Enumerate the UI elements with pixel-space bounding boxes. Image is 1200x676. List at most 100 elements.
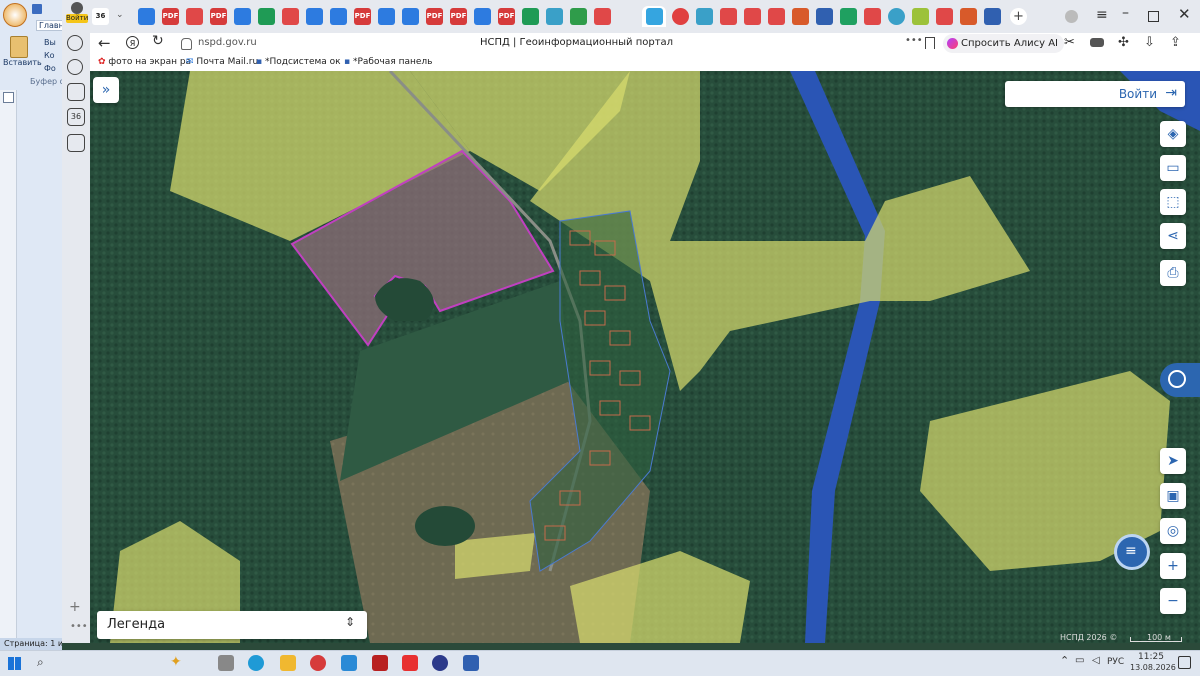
tab-doc[interactable] <box>186 8 203 25</box>
copy-button[interactable]: Ко <box>44 51 55 60</box>
tray-chevron-icon[interactable]: ⌃ <box>1060 654 1069 667</box>
tab-pdf[interactable]: PDF <box>426 8 443 25</box>
new-tab-button[interactable]: + <box>1010 8 1027 25</box>
tab-pdf[interactable]: PDF <box>162 8 179 25</box>
paste-icon[interactable] <box>10 36 28 58</box>
share-button[interactable]: ⋖ <box>1160 223 1186 249</box>
bookmark-item[interactable]: ✿ фото на экран ра <box>98 57 191 67</box>
tab-pdf[interactable]: PDF <box>354 8 371 25</box>
tab-doc[interactable] <box>474 8 491 25</box>
tab-leaf[interactable] <box>912 8 929 25</box>
tab-doc[interactable] <box>696 8 713 25</box>
ie-icon[interactable] <box>341 655 357 671</box>
minimap-button[interactable]: ▣ <box>1160 483 1186 509</box>
select-area-button[interactable]: ⬚ <box>1160 189 1186 215</box>
tab-word[interactable] <box>306 8 323 25</box>
map-view[interactable]: » Войти ⇥ ◈ ▭ ⬚ ⋖ ⎙ ➤ ▣ ◎ ≡ + − Легенда … <box>90 71 1200 643</box>
tab-pdf[interactable]: PDF <box>450 8 467 25</box>
tab-gov[interactable] <box>546 8 563 25</box>
tab-doc[interactable] <box>936 8 953 25</box>
back-icon[interactable]: ← <box>98 34 111 52</box>
tab-doc[interactable] <box>864 8 881 25</box>
tab-word[interactable] <box>402 8 419 25</box>
paste-button-label[interactable]: Вставить <box>3 58 42 67</box>
tab-map[interactable] <box>960 8 977 25</box>
search-icon[interactable]: ⌕ <box>37 655 44 670</box>
app-red-icon[interactable] <box>372 655 388 671</box>
tab-gov[interactable] <box>984 8 1001 25</box>
history-icon[interactable] <box>67 35 83 51</box>
tab-gov[interactable] <box>816 8 833 25</box>
tab-doc[interactable] <box>720 8 737 25</box>
print-button[interactable]: ⎙ <box>1160 260 1186 286</box>
tab-sheet[interactable] <box>522 8 539 25</box>
screenshot-icon[interactable] <box>67 134 85 152</box>
site-36-icon[interactable]: 36 <box>67 108 85 126</box>
site-info-icon[interactable] <box>181 38 192 50</box>
reload-icon[interactable]: ↻ <box>152 33 164 49</box>
close-icon[interactable]: ✕ <box>1178 5 1191 23</box>
expand-panel-button[interactable]: » <box>93 77 119 103</box>
cut-button[interactable]: Вы <box>44 38 56 47</box>
tab-gov[interactable] <box>840 8 857 25</box>
ruler-toggle-icon[interactable] <box>3 92 14 103</box>
share-icon[interactable]: ⇪ <box>1170 35 1181 50</box>
tab-mail[interactable] <box>138 8 155 25</box>
zoom-out-button[interactable]: − <box>1160 588 1186 614</box>
layers-button[interactable]: ◈ <box>1160 121 1186 147</box>
minimize-icon[interactable]: – <box>1122 5 1129 21</box>
extension-shield-icon[interactable] <box>1090 38 1104 47</box>
word-app-icon[interactable] <box>463 655 479 671</box>
tab-doc[interactable] <box>282 8 299 25</box>
add-panel-icon[interactable]: + <box>69 599 81 615</box>
page-menu-icon[interactable]: ••• <box>905 35 923 46</box>
tab-doc[interactable] <box>594 8 611 25</box>
tab-sheet[interactable] <box>258 8 275 25</box>
tab-gov[interactable] <box>570 8 587 25</box>
copilot-sparkle-icon[interactable]: ✦ <box>170 654 182 670</box>
more-icon[interactable]: ••• <box>70 621 88 632</box>
tab-pdf[interactable]: PDF <box>210 8 227 25</box>
notification-icon[interactable] <box>1178 656 1191 669</box>
input-language[interactable]: РУС <box>1107 657 1124 667</box>
yandex-browser-icon[interactable] <box>432 655 448 671</box>
network-icon[interactable]: ▭ <box>1075 655 1084 666</box>
yandex-icon[interactable]: Я <box>126 36 139 49</box>
play-icon[interactable] <box>67 59 83 75</box>
account-icon[interactable] <box>1065 10 1078 23</box>
start-icon[interactable] <box>8 657 21 670</box>
tab-map[interactable] <box>792 8 809 25</box>
bookmark-item[interactable]: ▪ *Подсистема ок <box>256 57 341 67</box>
clock-date[interactable]: 13.08.2026 <box>1130 663 1176 672</box>
ruler-button[interactable]: ▭ <box>1160 155 1186 181</box>
downloads-icon[interactable]: ⇩ <box>1144 35 1155 50</box>
tab-gov[interactable] <box>888 8 905 25</box>
legend-panel[interactable]: Легенда ⇕ <box>97 611 367 639</box>
map-canvas[interactable] <box>90 71 1200 643</box>
clock-time[interactable]: 11:25 <box>1138 652 1164 662</box>
tab-list-chevron-icon[interactable]: ⌄ <box>116 10 124 20</box>
edge-icon[interactable] <box>248 655 264 671</box>
bookmark-icon[interactable] <box>925 37 935 49</box>
locate-button[interactable]: ➤ <box>1160 448 1186 474</box>
maximize-icon[interactable] <box>1148 11 1159 22</box>
tab-doc[interactable] <box>768 8 785 25</box>
extension-tool-icon[interactable]: ✂ <box>1064 35 1075 50</box>
explorer-icon[interactable] <box>280 655 296 671</box>
zoom-in-button[interactable]: + <box>1160 553 1186 579</box>
tab-word[interactable] <box>378 8 395 25</box>
collections-icon[interactable] <box>67 83 85 101</box>
format-painter-button[interactable]: Фо <box>44 64 56 73</box>
login-button[interactable]: Войти ⇥ <box>1005 81 1185 107</box>
site-badge-tab[interactable]: 36 <box>92 8 109 25</box>
menu-icon[interactable]: ≡ <box>1096 7 1108 23</box>
extensions-puzzle-icon[interactable]: ✣ <box>1118 35 1129 50</box>
bookmark-item[interactable]: ✉ Почта Mail.ru <box>186 57 258 67</box>
tab-map-pin[interactable] <box>672 8 689 25</box>
alice-button[interactable]: Спросить Алису AI <box>943 34 1064 53</box>
tab-pdf[interactable]: PDF <box>498 8 515 25</box>
yandex-app-icon[interactable] <box>402 655 418 671</box>
profile-avatar[interactable]: Войти <box>66 2 88 24</box>
geolocation-button[interactable]: ◎ <box>1160 518 1186 544</box>
task-view-icon[interactable] <box>218 655 234 671</box>
